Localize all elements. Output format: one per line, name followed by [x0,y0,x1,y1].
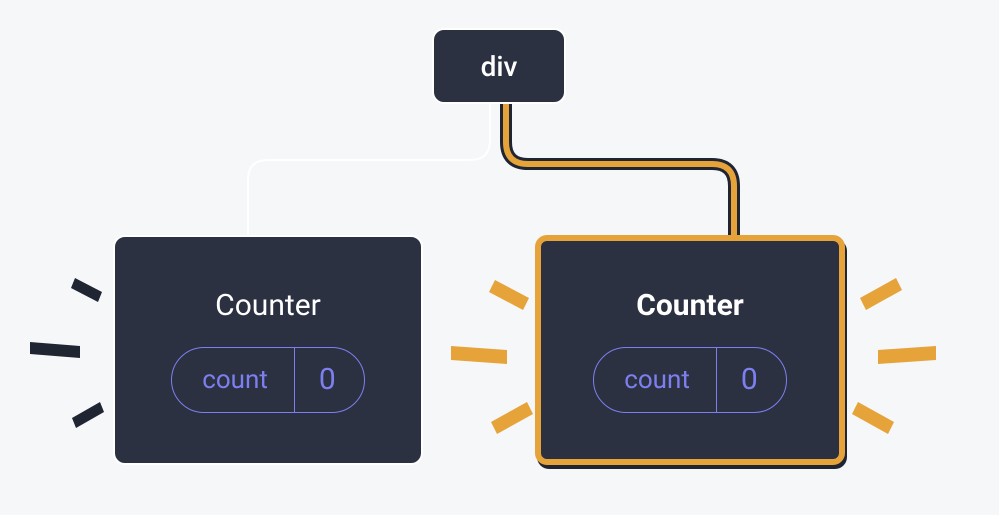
counter-node-right-highlighted: Counter count 0 [535,235,845,465]
emphasis-burst-orange-left [445,262,540,442]
root-label: div [481,50,518,83]
state-label: count [172,348,295,412]
state-value: 0 [295,348,364,412]
emphasis-burst-orange-right [842,262,942,442]
state-pill: count 0 [171,347,365,413]
state-label: count [594,348,717,412]
emphasis-burst-dark [20,260,110,440]
node-title: Counter [215,288,321,323]
root-node: div [432,28,566,104]
state-pill: count 0 [593,347,787,413]
node-title: Counter [636,288,744,323]
counter-node-left: Counter count 0 [113,235,423,465]
state-value: 0 [717,348,786,412]
